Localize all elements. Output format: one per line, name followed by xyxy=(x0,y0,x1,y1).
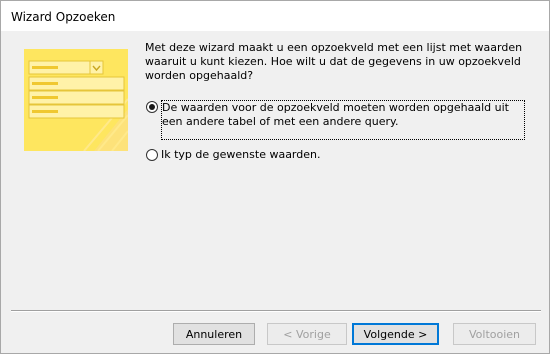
back-button[interactable]: < Vorige xyxy=(267,323,347,345)
option-other-table-label[interactable]: De waarden voor de opzoekveld moeten wor… xyxy=(161,100,525,140)
separator xyxy=(11,310,541,312)
option-type-values-label[interactable]: Ik typ de gewenste waarden. xyxy=(161,148,320,162)
wizard-instructions: Met deze wizard maakt u een opzoekveld m… xyxy=(145,41,523,82)
wizard-window: Wizard Opzoeken Met deze wizard maakt u … xyxy=(0,0,550,354)
next-button[interactable]: Volgende > xyxy=(352,323,439,345)
option-type-values[interactable]: Ik typ de gewenste waarden. xyxy=(146,148,320,162)
window-title: Wizard Opzoeken xyxy=(11,10,116,24)
cancel-button[interactable]: Annuleren xyxy=(173,323,255,345)
option-other-table[interactable]: De waarden voor de opzoekveld moeten wor… xyxy=(146,100,525,140)
lookup-wizard-illustration xyxy=(24,49,129,152)
finish-button[interactable]: Voltooien xyxy=(453,323,536,345)
radio-type-values[interactable] xyxy=(146,149,158,161)
title-bar[interactable]: Wizard Opzoeken xyxy=(1,1,549,31)
radio-other-table[interactable] xyxy=(146,101,158,113)
